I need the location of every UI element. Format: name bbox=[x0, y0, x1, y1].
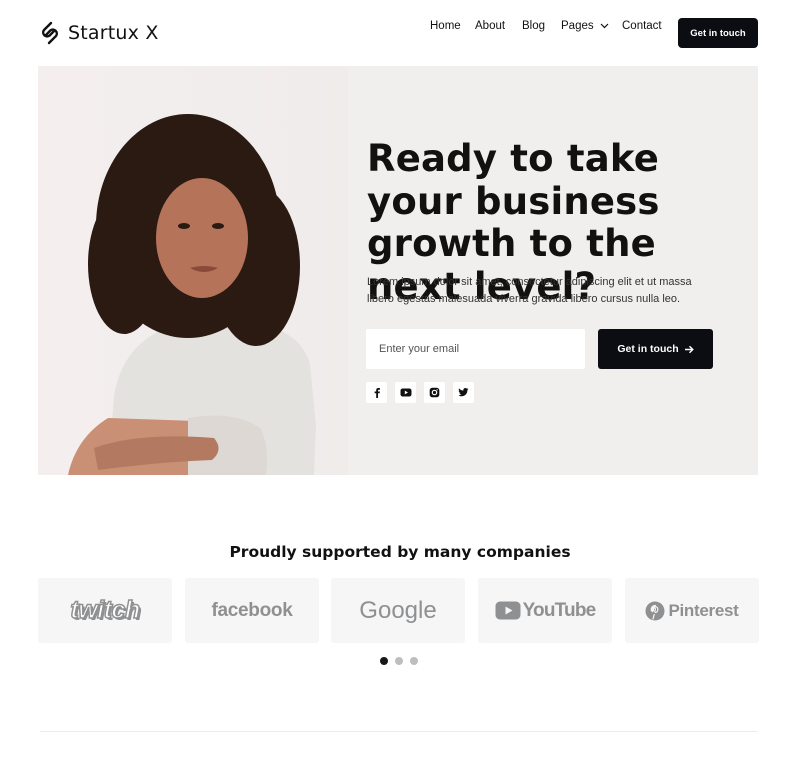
chevron-down-icon bbox=[600, 23, 609, 29]
brand-mark-icon bbox=[42, 21, 58, 45]
facebook-icon[interactable] bbox=[366, 382, 387, 403]
carousel-dot-1[interactable] bbox=[380, 657, 388, 665]
google-logo: Google bbox=[359, 596, 437, 624]
nav-item-home[interactable]: Home bbox=[430, 20, 461, 32]
logo-card-pinterest: Pinterest bbox=[625, 578, 759, 643]
companies-heading: Proudly supported by many companies bbox=[229, 543, 571, 561]
pinterest-logo: Pinterest bbox=[668, 600, 739, 620]
nav-item-blog[interactable]: Blog bbox=[522, 20, 545, 32]
brand-name: Startux X bbox=[68, 22, 159, 44]
youtube-icon[interactable] bbox=[395, 382, 416, 403]
hero-portrait-image bbox=[38, 66, 348, 475]
nav-item-pages[interactable]: Pages bbox=[561, 20, 609, 32]
hero-section: Ready to take your business growth to th… bbox=[38, 66, 758, 475]
facebook-logo: facebook bbox=[211, 599, 293, 621]
logo-card-facebook: facebook bbox=[185, 578, 319, 643]
arrow-right-icon bbox=[684, 345, 694, 353]
logo-card-youtube: YouTube bbox=[478, 578, 612, 643]
carousel-dot-3[interactable] bbox=[410, 657, 418, 665]
header-get-in-touch-button[interactable]: Get in touch bbox=[678, 18, 758, 48]
hero-get-in-touch-button[interactable]: Get in touch bbox=[598, 329, 713, 369]
pinterest-icon bbox=[645, 601, 665, 620]
twitch-logo: twitch bbox=[70, 595, 141, 625]
brand-logo[interactable]: Startux X bbox=[38, 20, 159, 46]
nav-item-about[interactable]: About bbox=[475, 20, 505, 32]
hero-description: Lorem ipsum dolor sit amet, consectetur … bbox=[367, 276, 692, 305]
logo-card-twitch: twitch bbox=[38, 578, 172, 643]
section-divider bbox=[40, 731, 758, 732]
carousel-dots bbox=[380, 657, 418, 665]
instagram-icon[interactable] bbox=[424, 382, 445, 403]
twitter-icon[interactable] bbox=[453, 382, 474, 403]
nav-item-contact[interactable]: Contact bbox=[622, 20, 662, 32]
carousel-dot-2[interactable] bbox=[395, 657, 403, 665]
site-header: Startux X Home About Blog Pages Contact … bbox=[0, 0, 800, 66]
youtube-play-icon bbox=[495, 601, 521, 620]
hero-cta-label: Get in touch bbox=[617, 343, 679, 355]
social-links bbox=[366, 382, 474, 403]
email-input[interactable] bbox=[366, 329, 585, 369]
nav-item-pages-label: Pages bbox=[561, 20, 594, 32]
company-logos: twitch facebook Google YouTube Pinterest bbox=[38, 578, 759, 643]
youtube-logo: YouTube bbox=[522, 599, 597, 621]
logo-card-google: Google bbox=[331, 578, 465, 643]
